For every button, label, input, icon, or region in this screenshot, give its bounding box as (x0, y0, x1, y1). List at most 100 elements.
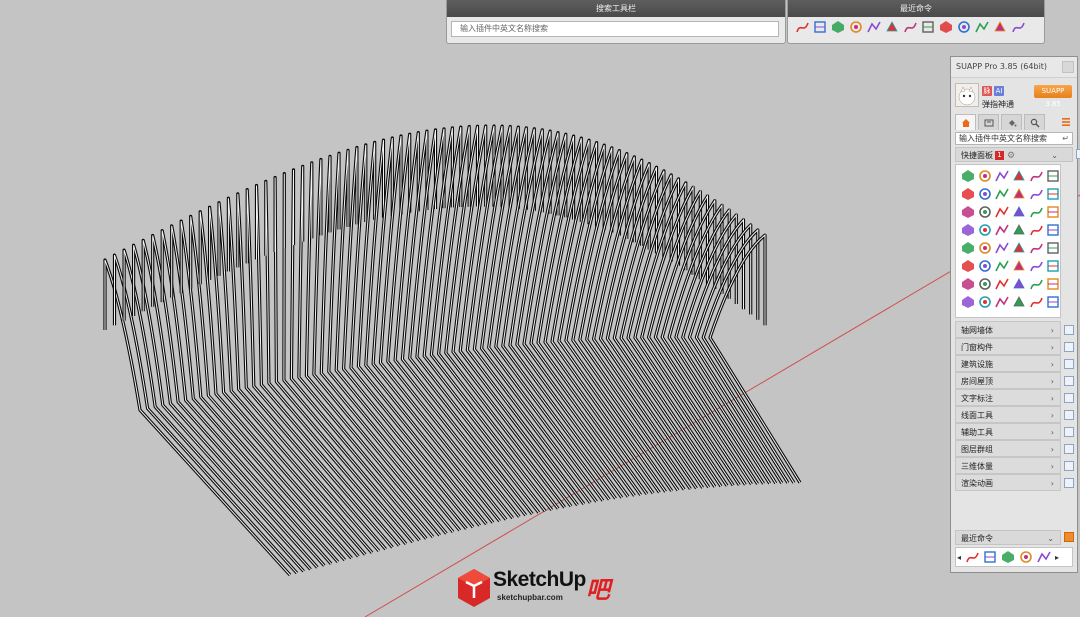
hatch-icon[interactable] (848, 19, 864, 35)
popout-icon[interactable] (1064, 393, 1074, 403)
shield-icon[interactable] (974, 19, 990, 35)
plugin-tool-icon[interactable] (1027, 221, 1044, 239)
gear-icon[interactable]: ⚙ (1007, 149, 1015, 164)
chevron-right-icon[interactable]: › (1051, 475, 1054, 492)
plugin-tool-icon[interactable] (1044, 275, 1061, 293)
plugin-tool-icon[interactable] (976, 203, 993, 221)
category-item[interactable]: 门窗构件 › (955, 338, 1061, 355)
chevron-right-icon[interactable]: › (1051, 322, 1054, 339)
plugin-tool-icon[interactable] (976, 293, 993, 311)
plugin-tool-icon[interactable] (1010, 275, 1027, 293)
category-item[interactable]: 图层群组 › (955, 440, 1061, 457)
popout-icon[interactable] (1064, 532, 1074, 542)
plugin-tool-icon[interactable] (976, 239, 993, 257)
plugin-tool-icon[interactable] (976, 275, 993, 293)
search-toolbar-input[interactable]: 输入插件中英文名称搜索 (451, 21, 779, 37)
plugin-tool-icon[interactable] (959, 221, 976, 239)
plugin-tool-icon[interactable] (1010, 203, 1027, 221)
plugin-tool-icon[interactable] (959, 185, 976, 203)
chevron-down-icon[interactable]: ⌄ (1047, 531, 1054, 546)
plugin-tool-icon[interactable] (1010, 167, 1027, 185)
plugin-tool-icon[interactable] (959, 203, 976, 221)
ai-badge[interactable]: AI (994, 86, 1004, 96)
box-select-icon[interactable] (884, 19, 900, 35)
plugin-tool-icon[interactable] (1010, 185, 1027, 203)
plugin-tool-icon[interactable] (1044, 185, 1061, 203)
pipe-icon[interactable] (902, 19, 918, 35)
popout-icon[interactable] (1064, 427, 1074, 437)
stack-icon[interactable] (956, 19, 972, 35)
popout-icon[interactable] (1064, 478, 1074, 488)
plugin-tool-icon[interactable] (976, 167, 993, 185)
line-tool-icon[interactable] (1000, 549, 1016, 565)
category-item[interactable]: 辅助工具 › (955, 423, 1061, 440)
plugin-tool-icon[interactable] (1010, 257, 1027, 275)
category-item[interactable]: 线面工具 › (955, 406, 1061, 423)
plugin-tool-icon[interactable] (993, 275, 1010, 293)
plugin-tool-icon[interactable] (959, 275, 976, 293)
plugin-tool-icon[interactable] (1027, 203, 1044, 221)
chevron-right-icon[interactable]: › (1051, 339, 1054, 356)
curve-icon[interactable] (964, 549, 980, 565)
plugin-tool-icon[interactable] (1044, 239, 1061, 257)
arc-tool-icon[interactable] (866, 19, 882, 35)
scroll-right-icon[interactable]: ▸ (1054, 553, 1060, 562)
plugin-tool-icon[interactable] (976, 185, 993, 203)
popout-icon[interactable] (1064, 342, 1074, 352)
chevron-right-icon[interactable]: › (1051, 407, 1054, 424)
popout-icon[interactable] (1064, 461, 1074, 471)
quick-panel-header[interactable]: 快捷面板 1 ⚙ ⌄ (955, 147, 1080, 164)
chevron-right-icon[interactable]: › (1051, 356, 1054, 373)
chevron-right-icon[interactable]: › (1051, 390, 1054, 407)
stair-icon[interactable] (920, 19, 936, 35)
plugin-tool-icon[interactable] (976, 257, 993, 275)
chevron-right-icon[interactable]: › (1051, 424, 1054, 441)
plugin-tool-icon[interactable] (993, 167, 1010, 185)
popout-icon[interactable] (1064, 444, 1074, 454)
tab-material[interactable] (1001, 114, 1022, 130)
plugin-tool-icon[interactable] (1027, 239, 1044, 257)
plugin-tool-icon[interactable] (993, 203, 1010, 221)
vip-badge[interactable]: 脉 (982, 86, 992, 96)
chevron-right-icon[interactable]: › (1051, 441, 1054, 458)
plugin-tool-icon[interactable] (1010, 293, 1027, 311)
category-item[interactable]: 文字标注 › (955, 389, 1061, 406)
recent-commands-header[interactable]: 最近命令 ⌄ (955, 530, 1061, 545)
chevron-right-icon[interactable]: › (1051, 373, 1054, 390)
scroll-left-icon[interactable]: ◂ (956, 553, 962, 562)
category-item[interactable]: 轴网墙体 › (955, 321, 1061, 338)
plugin-tool-icon[interactable] (993, 221, 1010, 239)
panel-search-input[interactable]: 输入插件中英文名称搜索 ↵ (955, 132, 1073, 145)
wall-icon[interactable] (812, 19, 828, 35)
plugin-tool-icon[interactable] (959, 167, 976, 185)
avatar[interactable] (955, 83, 979, 107)
close-icon[interactable] (1062, 61, 1074, 73)
menu-icon[interactable] (1059, 114, 1073, 130)
chevron-down-icon[interactable]: ⌄ (1051, 148, 1058, 163)
gem-icon[interactable] (992, 19, 1008, 35)
plugin-tool-icon[interactable] (1010, 239, 1027, 257)
plugin-tool-icon[interactable] (959, 239, 976, 257)
tab-search[interactable] (1024, 114, 1045, 130)
category-item[interactable]: 渲染动画 › (955, 474, 1061, 491)
layers-icon[interactable] (938, 19, 954, 35)
chevron-right-icon[interactable]: › (1051, 458, 1054, 475)
line-tool-icon[interactable] (830, 19, 846, 35)
curve-icon[interactable] (794, 19, 810, 35)
enter-icon[interactable]: ↵ (1062, 133, 1069, 144)
plugin-tool-icon[interactable] (959, 293, 976, 311)
plugin-tool-icon[interactable] (1027, 257, 1044, 275)
plugin-tool-icon[interactable] (993, 257, 1010, 275)
plugin-tool-icon[interactable] (1027, 275, 1044, 293)
popout-icon[interactable] (1064, 410, 1074, 420)
popout-icon[interactable] (1064, 359, 1074, 369)
plugin-tool-icon[interactable] (1044, 221, 1061, 239)
category-item[interactable]: 三维体量 › (955, 457, 1061, 474)
category-item[interactable]: 房间屋顶 › (955, 372, 1061, 389)
hatch-icon[interactable] (1018, 549, 1034, 565)
plugin-tool-icon[interactable] (1010, 221, 1027, 239)
tab-home[interactable] (955, 114, 976, 130)
plugin-tool-icon[interactable] (1027, 167, 1044, 185)
popout-icon[interactable] (1076, 149, 1080, 159)
popout-icon[interactable] (1064, 325, 1074, 335)
